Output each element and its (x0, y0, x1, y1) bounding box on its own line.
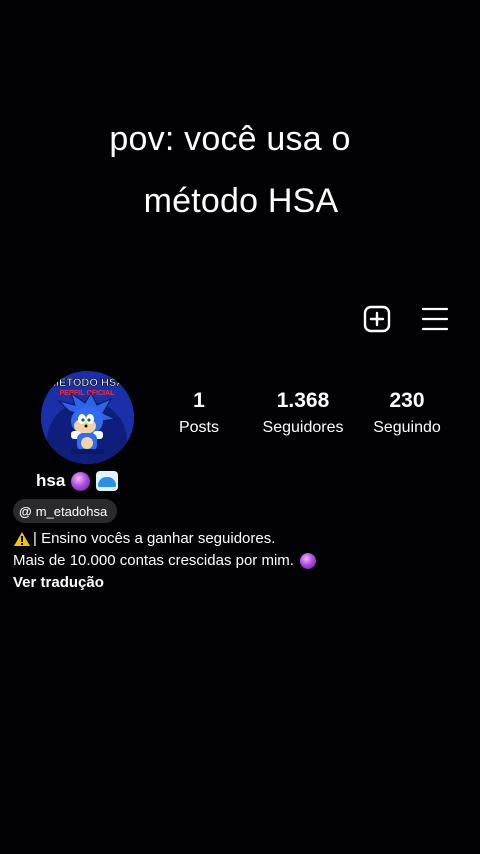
bio-line-2: Mais de 10.000 contas crescidas por mim. (13, 550, 473, 572)
avatar-title-text: MÉTODO HSA (50, 376, 124, 389)
profile-avatar[interactable]: MÉTODO HSA PERFIL OFICIAL (41, 371, 134, 464)
username-text: hsa (36, 471, 66, 490)
avatar-subtitle-text: PERFIL OFICIAL (60, 390, 115, 397)
stat-posts[interactable]: 1 Posts (164, 388, 234, 440)
bio-line-2-text: Mais de 10.000 contas crescidas por mim. (13, 552, 294, 569)
crystal-ball-emoji-icon (71, 471, 91, 491)
stat-followers[interactable]: 1.368 Seguidores (252, 388, 354, 440)
see-translation-link[interactable]: Ver tradução (13, 572, 104, 594)
video-caption-overlay: pov: você usa o método HSA (0, 108, 480, 232)
add-square-icon[interactable] (362, 304, 392, 334)
threads-handle: m_etadohsa (35, 503, 108, 519)
threads-profile-link[interactable]: @ m_etadohsa (13, 499, 118, 523)
bio-line-1-text: | Ensino vocês a ganhar seguidores. (33, 530, 276, 547)
wave-emoji-icon (96, 471, 119, 491)
warning-icon (14, 532, 30, 546)
following-label: Seguindo (373, 419, 441, 436)
followers-count: 1.368 (276, 389, 330, 412)
posts-label: Posts (178, 419, 219, 436)
following-count: 230 (389, 389, 425, 412)
threads-logo-icon: @ (19, 503, 32, 519)
followers-label: Seguidores (262, 419, 344, 436)
stat-following[interactable]: 230 Seguindo (362, 388, 452, 440)
hamburger-menu-icon[interactable] (420, 304, 450, 334)
profile-stats: 1 Posts 1.368 Seguidores 230 Seguindo (160, 388, 460, 448)
bio-line-1: | Ensino vocês a ganhar seguidores. (13, 528, 473, 550)
profile-display-name: hsa (36, 471, 119, 491)
profile-header-actions (360, 304, 460, 334)
crystal-ball-emoji-icon (299, 553, 316, 569)
profile-bio: | Ensino vocês a ganhar seguidores. Mais… (13, 528, 473, 594)
caption-line-1: pov: você usa o (109, 120, 351, 158)
posts-count: 1 (193, 389, 205, 412)
caption-line-2: método HSA (143, 182, 339, 220)
